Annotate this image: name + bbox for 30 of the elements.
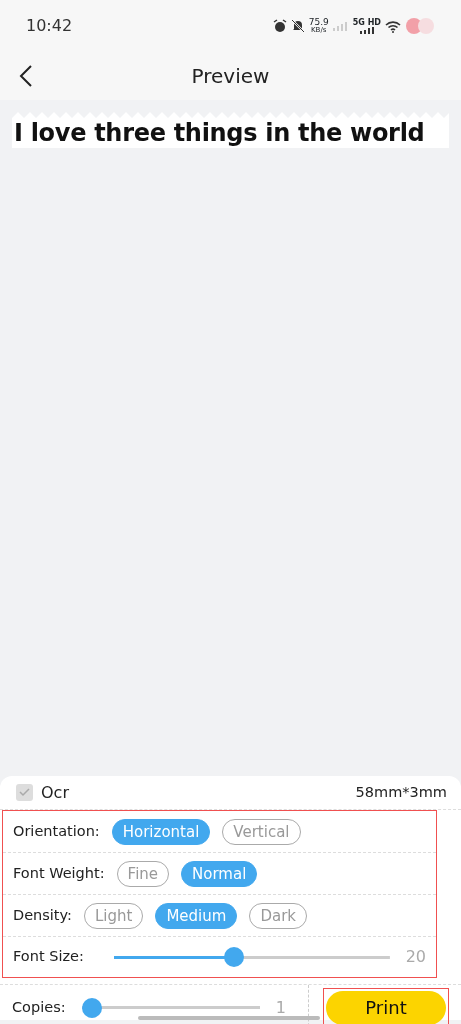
slider-thumb[interactable] bbox=[223, 947, 244, 967]
signal-icon bbox=[359, 26, 374, 34]
label-size: 58mm*3mm bbox=[355, 782, 447, 802]
slider-reading: 20 bbox=[405, 946, 426, 968]
status-time: 10:42 bbox=[26, 15, 73, 37]
print-button[interactable]: Print bbox=[326, 990, 446, 1024]
preview-text: I love three things in the world bbox=[12, 118, 449, 148]
option-chip[interactable]: Medium bbox=[155, 902, 238, 929]
bell-muted-icon bbox=[290, 19, 305, 33]
slider-label: Copies: bbox=[12, 997, 66, 1017]
option-label: Orientation: bbox=[13, 821, 100, 841]
option-chip[interactable]: Fine bbox=[116, 860, 170, 887]
option-label: Font Weight: bbox=[13, 863, 105, 883]
signal-icon bbox=[332, 21, 349, 31]
page-title: Preview bbox=[191, 63, 270, 90]
check-icon bbox=[19, 788, 30, 797]
option-chip[interactable]: Dark bbox=[249, 902, 307, 929]
option-chip[interactable]: Light bbox=[83, 902, 144, 929]
slider-reading: 1 bbox=[275, 996, 286, 1019]
slider-thumb[interactable] bbox=[81, 997, 102, 1018]
option-chip[interactable]: Horizontal bbox=[111, 818, 211, 845]
ocr-label: Ocr bbox=[41, 781, 69, 804]
option-chip[interactable]: Vertical bbox=[222, 818, 301, 845]
wifi-icon bbox=[385, 19, 401, 33]
network-label: 5G HD bbox=[352, 18, 381, 27]
option-chip[interactable]: Normal bbox=[181, 860, 258, 887]
speed-reading: 75.9 bbox=[308, 18, 329, 26]
option-label: Density: bbox=[13, 905, 72, 925]
alarm-icon bbox=[272, 19, 287, 33]
slider-label: Font Size: bbox=[13, 947, 84, 967]
